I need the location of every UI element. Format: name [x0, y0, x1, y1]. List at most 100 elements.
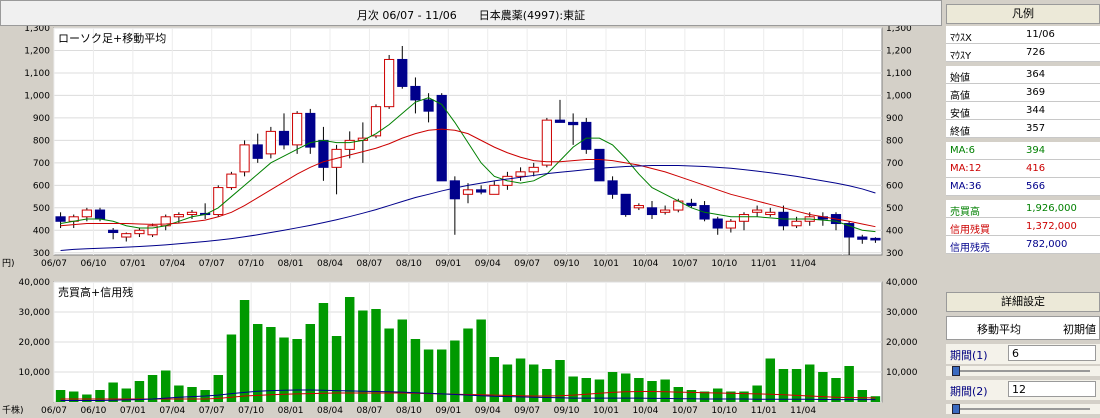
legend-value: 1,372,000: [1026, 221, 1077, 232]
legend-label: MA:36: [950, 181, 982, 192]
candle-down: [857, 236, 868, 240]
period1-row: 期間(1): [946, 344, 1100, 364]
candle-down: [712, 218, 723, 229]
price-x-tick-label: 08/04: [317, 259, 343, 269]
candle-up: [541, 119, 552, 166]
volume-bar: [318, 303, 329, 402]
tab-moving-average[interactable]: 移動平均: [977, 321, 1021, 337]
volume-bar: [765, 358, 776, 402]
price-tick-label-right: 400: [886, 226, 903, 236]
price-tick-label-left: 800: [33, 136, 50, 146]
candle-down: [252, 144, 263, 159]
price-x-tick-label: 08/01: [278, 259, 304, 269]
price-tick-label-right: 1,200: [886, 46, 912, 56]
price-x-tick-label: 09/04: [475, 259, 501, 269]
candle-down: [449, 180, 460, 200]
volume-bar: [870, 396, 881, 402]
candle-up: [226, 173, 237, 189]
period2-slider[interactable]: [946, 404, 1100, 414]
legend-row-mouse-y: ﾏｳｽY 726: [946, 44, 1100, 62]
legend-value: 364: [1026, 69, 1046, 80]
volume-bar: [239, 300, 250, 402]
volume-bar: [818, 372, 828, 402]
volume-tick-label-right: 30,000: [886, 308, 918, 318]
chart-title-bar: 月次 06/07 - 11/06 日本農薬(4997):東証: [0, 0, 942, 26]
candle-down: [108, 229, 119, 234]
candle-up: [515, 171, 526, 177]
volume-bar: [673, 387, 684, 402]
candle-down: [568, 121, 579, 126]
legend-label: 売買高: [950, 207, 980, 218]
volume-bar: [279, 337, 289, 402]
volume-x-tick-label: 07/04: [159, 406, 185, 416]
volume-tick-label-right: 10,000: [886, 368, 918, 378]
volume-x-tick-label: 09/04: [475, 406, 501, 416]
legend-divider: [946, 62, 1100, 65]
legend-row-open: 始値 364: [946, 66, 1100, 84]
volume-bar: [187, 387, 197, 402]
volume-bar: [712, 388, 723, 402]
price-tick-label-right: 800: [886, 136, 903, 146]
price-tick-label-right: 500: [886, 204, 903, 214]
candle-up: [173, 214, 184, 218]
period1-input[interactable]: [1008, 345, 1096, 361]
volume-unit-label: 千株): [2, 404, 24, 416]
candle-up: [725, 220, 736, 229]
candle-down: [423, 99, 434, 112]
slider-handle[interactable]: [952, 404, 960, 414]
legend-row-close: 終値 357: [946, 120, 1100, 138]
price-tick-label-left: 900: [33, 114, 50, 124]
slider-track: [956, 370, 1090, 372]
legend-value: 726: [1026, 47, 1046, 58]
volume-bar: [607, 372, 618, 402]
volume-tick-label-right: 20,000: [886, 338, 918, 348]
price-plot-area: [53, 27, 883, 256]
price-tick-label-left: 700: [33, 159, 50, 169]
legend-row-mouse-x: ﾏｳｽX 11/06: [946, 26, 1100, 44]
legend-value: 344: [1026, 105, 1046, 116]
candle-down: [278, 130, 290, 146]
price-tick-label-left: 1,000: [24, 91, 50, 101]
candle-up: [765, 211, 776, 216]
candle-down: [94, 209, 106, 220]
candle-up: [462, 189, 474, 195]
price-x-tick-label: 09/01: [435, 259, 461, 269]
price-tick-label-right: 1,000: [886, 91, 912, 101]
candle-up: [528, 166, 539, 173]
candle-up: [384, 58, 395, 108]
legend-row-ma6: MA:6 394: [946, 142, 1100, 160]
volume-bar: [594, 379, 605, 402]
volume-bar: [344, 297, 355, 402]
candle-down: [410, 85, 421, 101]
legend-row-margin-buy: 信用残買 1,372,000: [946, 218, 1100, 236]
candle-up: [633, 205, 644, 209]
volume-bar: [791, 369, 802, 402]
candle-up: [121, 233, 132, 238]
volume-x-tick-label: 10/07: [672, 406, 698, 416]
price-x-tick-label: 10/07: [672, 259, 698, 269]
volume-x-tick-label: 08/01: [278, 406, 304, 416]
slider-handle[interactable]: [952, 366, 960, 376]
volume-tick-label-right: 40,000: [886, 278, 918, 288]
legend-row-volume: 売買高 1,926,000: [946, 200, 1100, 218]
candle-up: [134, 229, 145, 235]
legend-value: 394: [1026, 145, 1046, 156]
candle-down: [607, 180, 618, 195]
legend-label: 高値: [950, 91, 970, 102]
settings-title: 詳細設定: [946, 292, 1100, 312]
candle-up: [752, 209, 763, 213]
legend-value: 357: [1026, 123, 1046, 134]
side-panel: 凡例 ﾏｳｽX 11/06 ﾏｳｽY 726 始値 364 高値 369 安値 …: [944, 0, 1100, 418]
period2-input[interactable]: [1008, 381, 1096, 397]
candle-up: [738, 214, 750, 222]
price-x-tick-label: 07/01: [120, 259, 146, 269]
volume-bar: [358, 310, 368, 402]
tab-initial-value[interactable]: 初期値: [1063, 321, 1096, 337]
volume-bar: [450, 340, 460, 402]
stock-chart[interactable]: 300 300 400 400 500 500 600 600 700 700 800 800 900 9…: [0, 26, 942, 418]
volume-x-tick-label: 10/10: [711, 406, 737, 416]
volume-bar: [476, 319, 486, 402]
legend-label: 終値: [950, 127, 970, 138]
period1-slider[interactable]: [946, 366, 1100, 376]
candle-up: [186, 211, 198, 216]
